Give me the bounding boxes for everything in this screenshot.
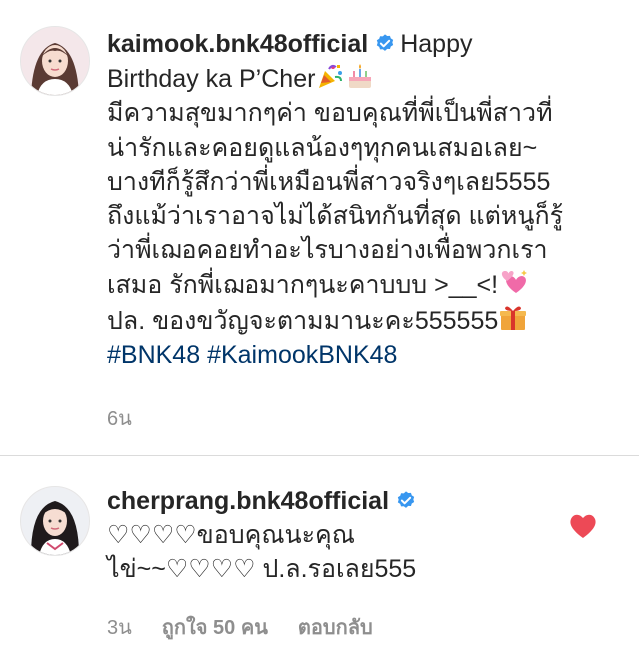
comment-time[interactable]: 6น — [107, 408, 132, 430]
comment-line-text: เสมอ รักพี่เฌอมากๆนะคาบบบ >__<! — [107, 271, 499, 300]
verified-badge-icon — [395, 490, 417, 512]
comment-text: kaimook.bnk48official Happy Birthday ka P… — [107, 27, 617, 372]
comment-line-9: ปล. ของขวัญจะตามมานะคะ555555 — [107, 303, 617, 338]
comment-line-1: kaimook.bnk48official Happy — [107, 27, 617, 61]
gift-icon — [498, 303, 528, 333]
comment-line-2: Birthday ka P’Cher — [107, 61, 617, 96]
liked-heart-icon[interactable] — [569, 513, 597, 539]
comment-line-4: น่ารักและคอยดูแลน้องๆทุกคนเสมอเลย~ — [107, 133, 538, 162]
comment-line-text: Happy — [400, 30, 473, 58]
comment-line-7: ว่าพี่เฌอคอยทำอะไรบางอย่างเพื่อพวกเรา — [107, 236, 548, 265]
comment-line-1: ♡♡♡♡ขอบคุณนะคุณ — [107, 521, 355, 550]
comment-line-5: บางทีก็รู้สึกว่าพี่เหมือนพี่สาวจริงๆเลย5… — [107, 167, 551, 196]
comment-cherprang: cherprang.bnk48official ♡♡♡♡ขอบคุณนะคุณ … — [0, 456, 639, 656]
hashtag-kaimookbnk48[interactable]: #KaimookBNK48 — [207, 341, 397, 369]
comment-line-6: ถึงแม้ว่าเราอาจไม่ได้สนิทกันที่สุด แต่หน… — [107, 202, 564, 231]
avatar-cherprang[interactable] — [20, 486, 90, 556]
hashtag-bnk48[interactable]: #BNK48 — [107, 341, 200, 369]
username-link[interactable]: cherprang.bnk48official — [107, 487, 389, 515]
comment-header: cherprang.bnk48official — [107, 484, 617, 518]
verified-badge-icon — [374, 33, 396, 55]
comment-kaimook: kaimook.bnk48official Happy Birthday ka P… — [0, 0, 639, 456]
sparkling-hearts-icon — [498, 267, 528, 297]
avatar-kaimook[interactable] — [20, 26, 90, 96]
birthday-cake-icon — [345, 61, 375, 91]
party-popper-icon — [315, 61, 345, 91]
comment-time[interactable]: 3น — [107, 617, 132, 639]
comment-text: cherprang.bnk48official ♡♡♡♡ขอบคุณนะคุณ … — [107, 484, 617, 587]
comment-line-text: ปล. ของขวัญจะตามมานะคะ555555 — [107, 306, 499, 335]
comment-line-2: ไข่~~♡♡♡♡ ป.ล.รอเลย555 — [107, 555, 417, 584]
reply-button[interactable]: ตอบกลับ — [298, 617, 373, 639]
username-link[interactable]: kaimook.bnk48official — [107, 30, 368, 58]
comment-meta: 3น ถูกใจ 50 คน ตอบกลับ — [107, 611, 403, 643]
comment-line-8: เสมอ รักพี่เฌอมากๆนะคาบบบ >__<! — [107, 267, 617, 302]
comment-meta: 6น — [107, 402, 162, 434]
comment-line-text: Birthday ka P’Cher — [107, 65, 316, 94]
likes-count-link[interactable]: ถูกใจ 50 คน — [162, 617, 268, 639]
hashtag-line: #BNK48 #KaimookBNK48 — [107, 338, 617, 372]
comment-line-3: มีความสุขมากๆค่า ขอบคุณที่พี่เป็นพี่สาวท… — [107, 99, 553, 128]
